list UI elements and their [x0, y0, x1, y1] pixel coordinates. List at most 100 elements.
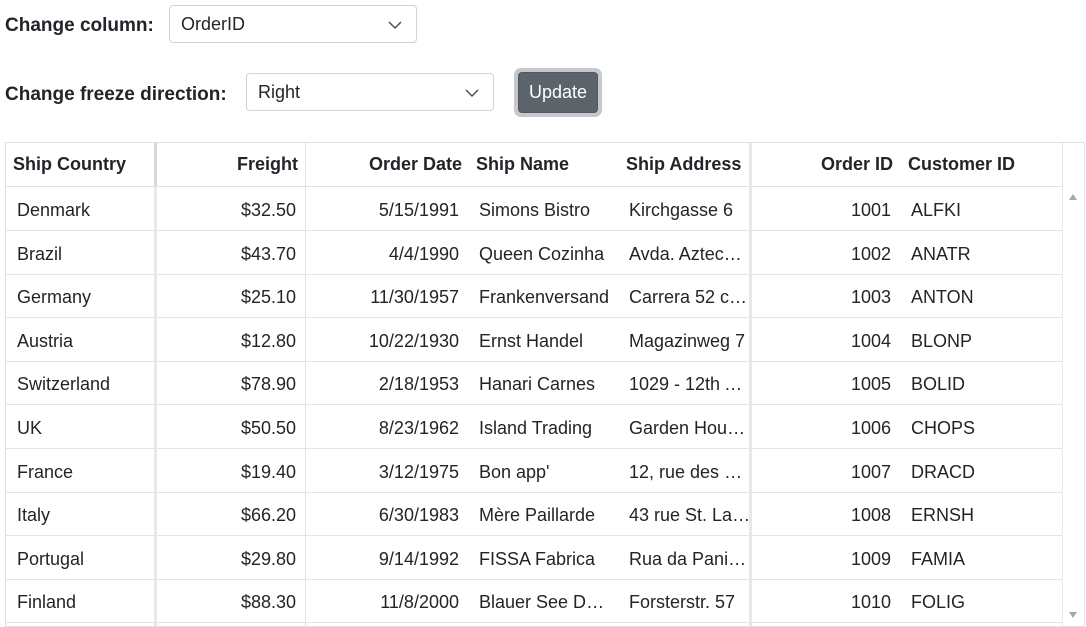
cell-ship-name[interactable]: Island Trading	[479, 405, 614, 448]
cell-freight[interactable]: $50.50	[158, 405, 296, 448]
scroll-up-arrow-icon[interactable]	[1069, 194, 1077, 200]
cell-order-date[interactable]: 5/15/1991	[308, 187, 459, 230]
cell-order-date[interactable]: 4/4/1990	[308, 231, 459, 274]
cell-customer-id[interactable]: BLONP	[911, 318, 1056, 361]
header-customer-id[interactable]: Customer ID	[908, 143, 1058, 186]
cell-freight[interactable]: $43.70	[158, 231, 296, 274]
cell-ship-name[interactable]: FISSA Fabrica	[479, 536, 614, 579]
column-divider	[305, 143, 306, 186]
cell-order-id[interactable]: 1003	[754, 274, 891, 317]
cell-ship-address[interactable]: Rua da Panifica...	[629, 536, 751, 579]
cell-ship-address[interactable]: Carrera 52 con...	[629, 274, 751, 317]
cell-ship-country[interactable]: France	[17, 449, 152, 492]
cell-ship-name[interactable]: Queen Cozinha	[479, 231, 614, 274]
cell-order-date[interactable]: 6/30/1983	[308, 492, 459, 535]
cell-order-date[interactable]: 11/30/1957	[308, 274, 459, 317]
cell-ship-country[interactable]: Brazil	[17, 231, 152, 274]
scroll-down-arrow-icon[interactable]	[1069, 612, 1077, 618]
cell-ship-name[interactable]: Ernst Handel	[479, 318, 614, 361]
cell-ship-address[interactable]: Kirchgasse 6	[629, 187, 751, 230]
header-ship-name[interactable]: Ship Name	[476, 143, 616, 186]
cell-ship-name[interactable]: Simons Bistro	[479, 187, 614, 230]
cell-order-id[interactable]: 1002	[754, 231, 891, 274]
column-select[interactable]: OrderID	[169, 5, 417, 43]
cell-order-id[interactable]: 1004	[754, 318, 891, 361]
cell-customer-id[interactable]: DRACD	[911, 449, 1056, 492]
cell-ship-address[interactable]: Garden House ...	[629, 405, 751, 448]
header-ship-country[interactable]: Ship Country	[13, 143, 153, 186]
change-direction-label: Change freeze direction:	[5, 84, 227, 105]
cell-freight[interactable]: $32.50	[158, 187, 296, 230]
cell-ship-address[interactable]: Forsterstr. 57	[629, 579, 751, 622]
direction-select[interactable]: Right	[246, 73, 494, 111]
cell-ship-address[interactable]: 43 rue St. Laur...	[629, 492, 751, 535]
table-row[interactable]: Finland $88.30 11/8/2000 Blauer See Deli...…	[6, 579, 1063, 624]
cell-customer-id[interactable]: BOLID	[911, 361, 1056, 404]
cell-order-id[interactable]: 1010	[754, 579, 891, 622]
cell-ship-name[interactable]: Mère Paillarde	[479, 492, 614, 535]
table-row[interactable]: Germany $25.10 11/30/1957 Frankenversand Car…	[6, 274, 1063, 319]
cell-customer-id[interactable]: ERNSH	[911, 492, 1056, 535]
cell-freight[interactable]: $78.90	[158, 361, 296, 404]
cell-order-id[interactable]: 1008	[754, 492, 891, 535]
cell-order-date[interactable]: 11/8/2000	[308, 579, 459, 622]
cell-customer-id[interactable]: CHOPS	[911, 405, 1056, 448]
cell-order-id[interactable]: 1009	[754, 536, 891, 579]
chevron-down-icon	[388, 21, 402, 30]
header-ship-address[interactable]: Ship Address	[626, 143, 750, 186]
cell-customer-id[interactable]: FOLIG	[911, 579, 1056, 622]
header-order-id[interactable]: Order ID	[754, 143, 893, 186]
cell-customer-id[interactable]: ANTON	[911, 274, 1056, 317]
cell-ship-name[interactable]: Hanari Carnes	[479, 361, 614, 404]
cell-order-date[interactable]: 3/12/1975	[308, 449, 459, 492]
cell-ship-address[interactable]: Avda. Azteca 1...	[629, 231, 751, 274]
cell-ship-name[interactable]: Frankenversand	[479, 274, 614, 317]
table-row[interactable]: Portugal $29.80 9/14/1992 FISSA Fabrica Rua …	[6, 536, 1063, 580]
table-row[interactable]: France $19.40 3/12/1975 Bon app' 12, rue des…	[6, 449, 1063, 493]
cell-ship-country[interactable]: Germany	[17, 274, 152, 317]
table-row[interactable]: Switzerland $78.90 2/18/1953 Hanari Carnes 1…	[6, 361, 1063, 406]
cell-ship-address[interactable]: 12, rue des Bo...	[629, 449, 751, 492]
cell-order-id[interactable]: 1001	[754, 187, 891, 230]
cell-ship-country[interactable]: Italy	[17, 492, 152, 535]
column-select-value: OrderID	[181, 13, 246, 34]
table-row[interactable]: Denmark $32.50 5/15/1991 Simons Bistro Kirch…	[6, 187, 1063, 231]
cell-ship-address[interactable]: 1029 - 12th Av...	[629, 361, 751, 404]
cell-ship-country[interactable]: Finland	[17, 579, 152, 622]
cell-order-date[interactable]: 8/23/1962	[308, 405, 459, 448]
update-button-focus-ring: Update	[514, 68, 602, 117]
cell-ship-country[interactable]: Portugal	[17, 536, 152, 579]
cell-ship-country[interactable]: UK	[17, 405, 152, 448]
table-row[interactable]: Italy $66.20 6/30/1983 Mère Paillarde 43 rue…	[6, 492, 1063, 537]
cell-order-date[interactable]: 2/18/1953	[308, 361, 459, 404]
table-row[interactable]: Austria $12.80 10/22/1930 Ernst Handel Magaz…	[6, 318, 1063, 362]
cell-customer-id[interactable]: ALFKI	[911, 187, 1056, 230]
cell-order-date[interactable]: 9/14/1992	[308, 536, 459, 579]
cell-customer-id[interactable]: ANATR	[911, 231, 1056, 274]
cell-order-date[interactable]: 10/22/1930	[308, 318, 459, 361]
cell-order-id[interactable]: 1007	[754, 449, 891, 492]
cell-ship-address[interactable]: Magazinweg 7	[629, 318, 751, 361]
cell-ship-country[interactable]: Austria	[17, 318, 152, 361]
cell-freight[interactable]: $66.20	[158, 492, 296, 535]
cell-customer-id[interactable]: FAMIA	[911, 536, 1056, 579]
cell-order-id[interactable]: 1005	[754, 361, 891, 404]
cell-freight[interactable]: $25.10	[158, 274, 296, 317]
cell-order-id[interactable]: 1006	[754, 405, 891, 448]
cell-freight[interactable]: $88.30	[158, 579, 296, 622]
cell-freight[interactable]: $12.80	[158, 318, 296, 361]
vertical-scrollbar[interactable]	[1062, 186, 1084, 626]
header-freight[interactable]: Freight	[158, 143, 298, 186]
cell-freight[interactable]: $29.80	[158, 536, 296, 579]
table-row[interactable]: Brazil $43.70 4/4/1990 Queen Cozinha Avda. A…	[6, 231, 1063, 275]
header-scroll-spacer	[1062, 143, 1084, 186]
grid-header: Ship Country Freight Order Date Ship Nam…	[6, 143, 1084, 187]
cell-ship-country[interactable]: Denmark	[17, 187, 152, 230]
update-button[interactable]: Update	[518, 72, 598, 113]
cell-freight[interactable]: $19.40	[158, 449, 296, 492]
cell-ship-name[interactable]: Blauer See Deli...	[479, 579, 614, 622]
cell-ship-name[interactable]: Bon app'	[479, 449, 614, 492]
cell-ship-country[interactable]: Switzerland	[17, 361, 152, 404]
header-order-date[interactable]: Order Date	[308, 143, 462, 186]
table-row[interactable]: UK $50.50 8/23/1962 Island Trading Garden Ho…	[6, 405, 1063, 449]
